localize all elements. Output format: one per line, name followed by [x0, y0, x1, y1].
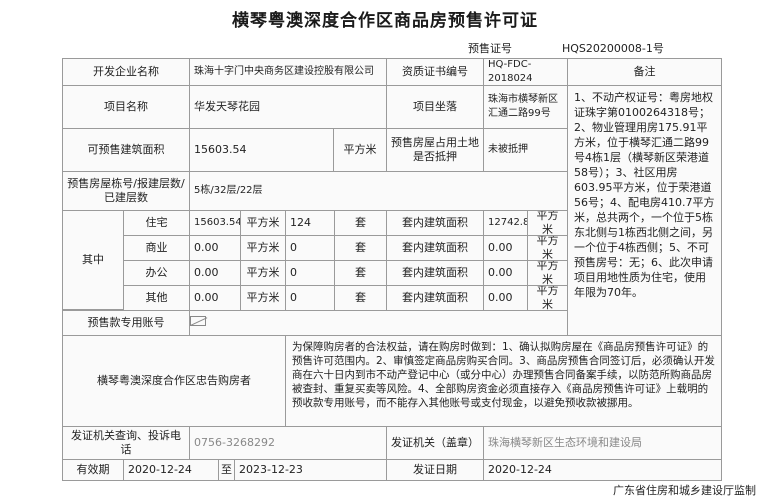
inner-area-commercial: 0.00 — [483, 235, 528, 261]
document-title: 横琴粤澳深度合作区商品房预售许可证 — [232, 11, 538, 31]
land-mortgage-label: 预售房屋占用土地是否抵押 — [386, 128, 484, 172]
certificate-label: 预售证号 — [468, 42, 512, 55]
complaint-label: 发证机关查询、投诉电话 — [62, 426, 190, 460]
account-label: 预售款专用账号 — [62, 310, 190, 336]
inner-area-unit: 平方米 — [527, 285, 568, 311]
validity-to: 2023-12-23 — [234, 459, 387, 481]
count-unit: 套 — [334, 235, 387, 261]
developer-label: 开发企业名称 — [62, 58, 190, 86]
inner-area-residential: 12742.8( — [483, 210, 528, 236]
inner-area-label: 套内建筑面积 — [386, 285, 484, 311]
redacted-mark — [190, 316, 206, 326]
validity-to-label: 至 — [218, 459, 235, 481]
area-unit: 平方米 — [240, 260, 286, 286]
inner-area-unit: 平方米 — [527, 210, 568, 236]
location-value: 珠海市横琴新区汇通二路99号 — [483, 85, 568, 129]
inner-area-office: 0.00 — [483, 260, 528, 286]
type-office: 办公 — [123, 260, 190, 286]
type-residential: 住宅 — [123, 210, 190, 236]
qualification-label: 资质证书编号 — [386, 58, 484, 86]
count-residential: 124 — [285, 210, 335, 236]
remarks-text: 1、不动产权证号：粤房地权证珠字第0100264318号；2、物业管理用房175… — [567, 85, 722, 336]
notice-text: 为保障购房者的合法权益，请在购房时做到：1、确认拟购房屋在《商品房预售许可证》的… — [285, 335, 722, 427]
issue-date-value: 2020-12-24 — [483, 459, 722, 481]
land-mortgage-value: 未被抵押 — [483, 128, 568, 172]
presale-area-unit: 平方米 — [333, 128, 387, 172]
qualification-value: HQ-FDC-2018024 — [483, 58, 568, 86]
project-label: 项目名称 — [62, 85, 190, 129]
count-unit: 套 — [334, 285, 387, 311]
count-unit: 套 — [334, 210, 387, 236]
certificate-number: HQS20200008-1号 — [562, 42, 664, 55]
issuer-value: 珠海横琴新区生态环境和建设局 — [483, 426, 722, 460]
footer-supervision: 广东省住房和城乡建设厅监制 — [613, 484, 756, 497]
presale-area-value: 15603.54 — [189, 128, 334, 172]
inner-area-unit: 平方米 — [527, 235, 568, 261]
remark-label: 备注 — [567, 58, 722, 86]
area-unit: 平方米 — [240, 285, 286, 311]
notice-label: 横琴粤澳深度合作区忠告购房者 — [62, 335, 286, 427]
developer-value: 珠海十字门中央商务区建设控股有限公司 — [189, 58, 387, 86]
presale-area-label: 可预售建筑面积 — [62, 128, 190, 172]
area-unit: 平方米 — [240, 235, 286, 261]
complaint-phone: 0756-3268292 — [189, 426, 387, 460]
count-unit: 套 — [334, 260, 387, 286]
validity-label: 有效期 — [62, 459, 124, 481]
breakdown-label: 其中 — [62, 210, 124, 310]
area-unit: 平方米 — [240, 210, 286, 236]
validity-from: 2020-12-24 — [123, 459, 219, 481]
area-commercial: 0.00 — [189, 235, 241, 261]
count-other: 0 — [285, 285, 335, 311]
area-other: 0.00 — [189, 285, 241, 311]
project-value: 华发天琴花园 — [189, 85, 387, 129]
buildings-label: 预售房屋栋号/报建层数/已建层数 — [62, 171, 190, 211]
area-office: 0.00 — [189, 260, 241, 286]
buildings-value: 5栋/32层/22层 — [189, 171, 568, 211]
count-commercial: 0 — [285, 235, 335, 261]
inner-area-other: 0.00 — [483, 285, 528, 311]
count-office: 0 — [285, 260, 335, 286]
inner-area-label: 套内建筑面积 — [386, 210, 484, 236]
type-other: 其他 — [123, 285, 190, 311]
account-value — [189, 310, 568, 336]
area-residential: 15603.54 — [189, 210, 241, 236]
inner-area-label: 套内建筑面积 — [386, 235, 484, 261]
inner-area-label: 套内建筑面积 — [386, 260, 484, 286]
issuer-label: 发证机关（盖章） — [386, 426, 484, 460]
inner-area-unit: 平方米 — [527, 260, 568, 286]
location-label: 项目坐落 — [386, 85, 484, 129]
issue-date-label: 发证日期 — [386, 459, 484, 481]
type-commercial: 商业 — [123, 235, 190, 261]
